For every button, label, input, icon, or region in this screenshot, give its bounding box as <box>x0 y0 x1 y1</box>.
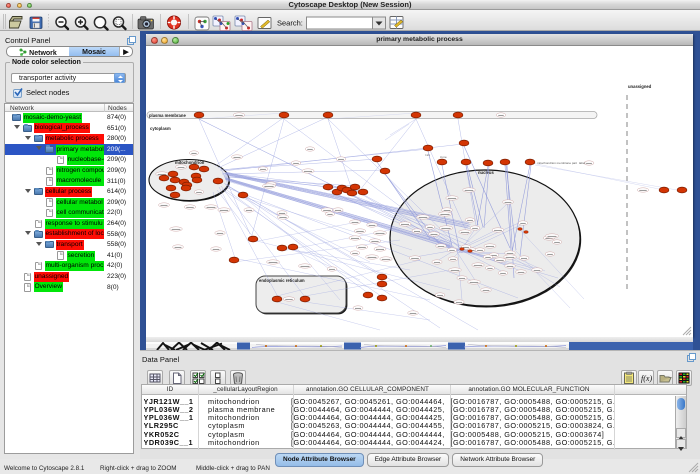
svg-text:unassigned: unassigned <box>628 84 652 89</box>
svg-text:f(x): f(x) <box>641 374 652 383</box>
svg-text:mitochondrion: mitochondrion <box>175 160 205 165</box>
svg-text:tr.me: tr.me <box>440 155 447 159</box>
svg-text:Search:: Search: <box>277 19 303 28</box>
svg-text:endoplasmic reticulum: endoplasmic reticulum <box>259 278 305 283</box>
svg-text:plasma membrane: plasma membrane <box>149 113 186 118</box>
svg-text:r.trn: r.trn <box>425 153 430 157</box>
svg-text:cytoplasm: cytoplasm <box>150 126 171 131</box>
svg-text:mitochondrion membrane part: mitochondrion membrane part <box>537 161 577 165</box>
svg-text:label: label <box>579 161 586 165</box>
